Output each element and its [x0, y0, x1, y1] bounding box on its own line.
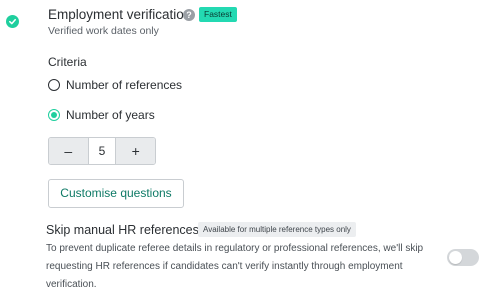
stepper-value[interactable]: 5 [87, 138, 117, 164]
question-mark-icon[interactable]: ? [183, 9, 195, 21]
skip-hr-description: To prevent duplicate referee details in … [46, 243, 424, 290]
skip-hr-toggle[interactable] [447, 249, 479, 266]
radio-button[interactable] [48, 79, 60, 91]
section-title: Employment verification [48, 7, 192, 22]
criteria-label: Criteria [48, 55, 87, 69]
decrement-button[interactable]: – [49, 138, 88, 164]
radio-label: Number of years [66, 108, 155, 122]
skip-hr-title: Skip manual HR references [46, 223, 199, 237]
radio-number-of-references[interactable]: Number of references [48, 78, 182, 92]
increment-button[interactable]: + [116, 138, 155, 164]
availability-badge: Available for multiple reference types o… [198, 222, 356, 237]
years-stepper: – 5 + [48, 137, 156, 165]
customise-questions-button[interactable]: Customise questions [48, 179, 184, 208]
radio-number-of-years[interactable]: Number of years [48, 108, 155, 122]
fastest-badge: Fastest [199, 7, 237, 22]
check-circle-icon[interactable] [6, 15, 19, 28]
toggle-knob [449, 251, 462, 264]
radio-button-selected[interactable] [48, 109, 60, 121]
radio-label: Number of references [66, 78, 183, 92]
section-subtitle: Verified work dates only [48, 25, 159, 37]
